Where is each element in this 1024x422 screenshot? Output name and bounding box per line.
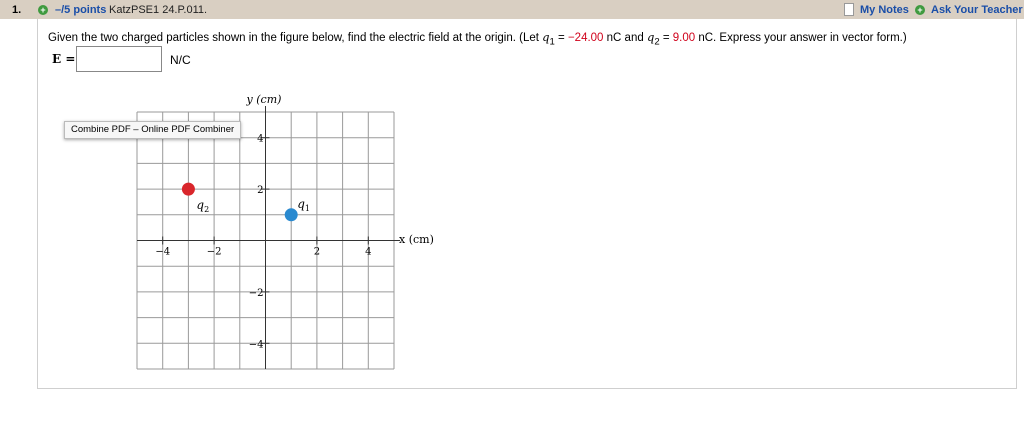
x-tick-label: 4 [365, 247, 371, 258]
x-tick-label: −4 [155, 247, 170, 258]
y-axis-label: y (cm) [246, 93, 282, 106]
q2-label: q2 [196, 198, 209, 214]
y-tick-label: 4 [257, 134, 263, 145]
figure-grid [136, 106, 400, 370]
y-tick-label: 2 [257, 185, 263, 196]
q2-dot [181, 182, 195, 196]
x-axis-label: x (cm) [399, 233, 434, 246]
q1-label: q1 [297, 197, 310, 213]
q1-dot [284, 208, 298, 222]
charge-figure: y (cm) x (cm) −4 −2 2 4 4 2 −2 −4 q1 q2 [136, 93, 434, 370]
y-tick-label: −2 [249, 288, 264, 299]
x-tick-label: 2 [314, 247, 320, 258]
x-tick-label: −2 [207, 247, 222, 258]
pdf-tooltip: Combine PDF – Online PDF Combiner [64, 121, 242, 139]
y-tick-label: −4 [249, 339, 264, 350]
